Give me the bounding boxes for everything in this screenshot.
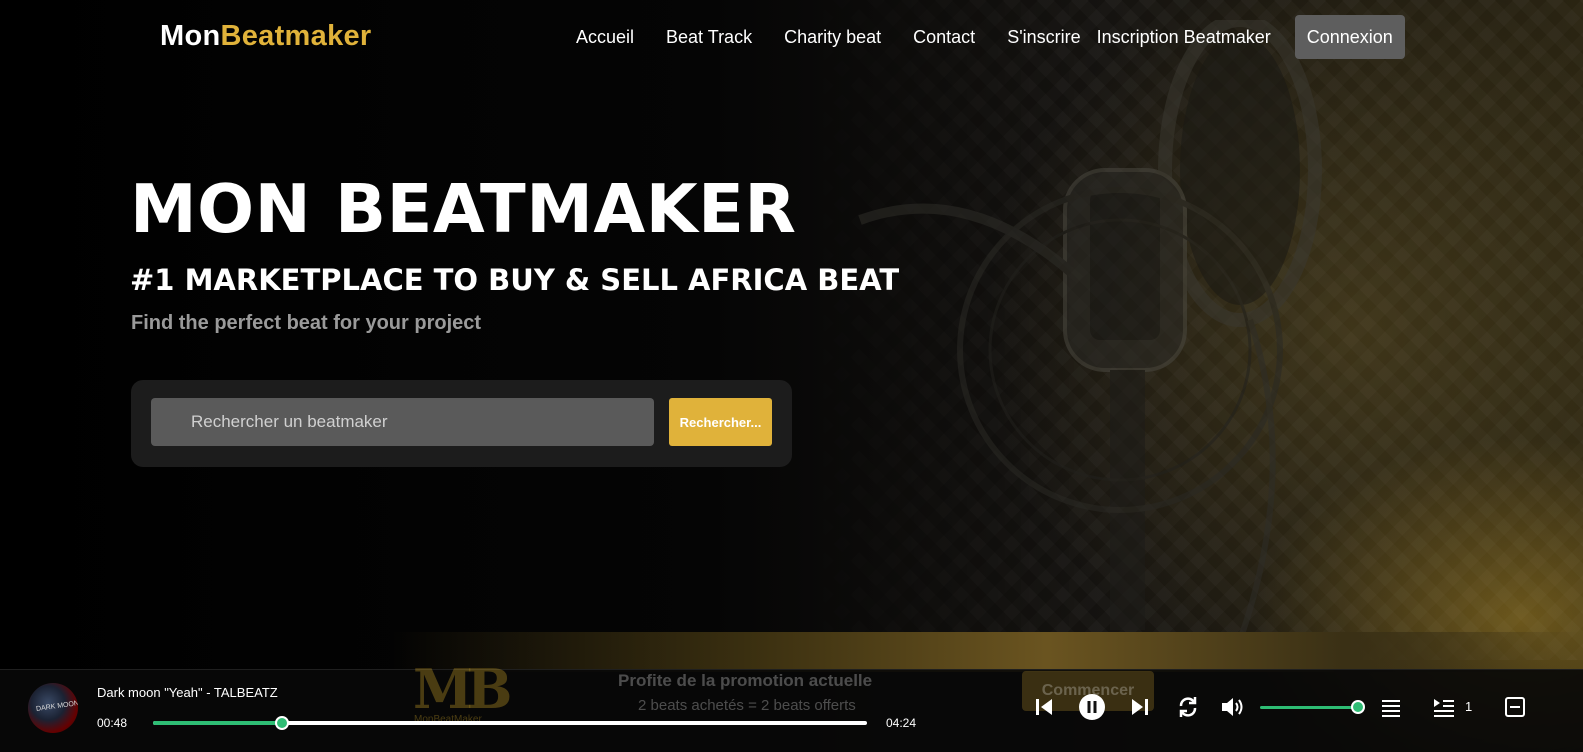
playlist-icon: [1382, 700, 1400, 717]
promo-logo: MB: [413, 657, 512, 721]
hero-title: MON BEATMAKER: [130, 170, 797, 248]
volume-button[interactable]: [1218, 692, 1248, 722]
login-button[interactable]: Connexion: [1294, 15, 1405, 59]
nav-sinscrire[interactable]: S'inscrire: [991, 15, 1088, 59]
repeat-icon: [1179, 697, 1197, 717]
minimize-player-button[interactable]: [1500, 692, 1530, 722]
repeat-button[interactable]: [1173, 692, 1203, 722]
brand-logo-part1: Mon: [160, 20, 221, 52]
progress-fill: [153, 721, 282, 725]
volume-slider[interactable]: [1260, 706, 1358, 709]
search-card: Rechercher...: [131, 380, 792, 467]
search-button[interactable]: Rechercher...: [669, 398, 772, 446]
nav-contact[interactable]: Contact: [897, 15, 991, 59]
nav-accueil[interactable]: Accueil: [560, 15, 650, 59]
progress-handle[interactable]: [274, 716, 289, 730]
current-time: 00:48: [97, 716, 128, 730]
pause-icon: [1079, 694, 1105, 720]
play-pause-button[interactable]: [1077, 692, 1107, 722]
queue-button[interactable]: [1429, 692, 1459, 722]
promo-title: Profite de la promotion actuelle: [618, 671, 873, 690]
progress-bar[interactable]: [153, 716, 867, 730]
volume-handle[interactable]: [1351, 700, 1365, 714]
main-nav: Accueil Beat Track Charity beat Contact …: [560, 15, 1405, 59]
volume-icon: [1222, 698, 1243, 716]
cover-label: DARK MOON: [35, 700, 78, 713]
total-time: 04:24: [886, 716, 917, 730]
hero-subtitle: #1 MARKETPLACE TO BUY & SELL AFRICA BEAT: [130, 263, 900, 297]
skip-forward-button[interactable]: [1125, 692, 1155, 722]
brand-logo[interactable]: MonBeatmaker: [160, 20, 372, 53]
microphone-illustration: [858, 20, 1322, 641]
queue-count: 1: [1465, 699, 1473, 714]
skip-back-button[interactable]: [1029, 692, 1059, 722]
queue-icon: [1434, 699, 1454, 717]
promo-subtitle: 2 beats achetés = 2 beats offerts: [638, 697, 856, 714]
skip-back-icon: [1036, 699, 1052, 715]
nav-inscription-beatmaker[interactable]: Inscription Beatmaker: [1089, 15, 1279, 59]
track-title: Dark moon "Yeah" - TALBEATZ: [97, 685, 278, 700]
hero-tagline: Find the perfect beat for your project: [131, 312, 482, 334]
track-cover-art[interactable]: DARK MOON: [28, 683, 78, 733]
nav-beat-track[interactable]: Beat Track: [650, 15, 768, 59]
playlist-button[interactable]: [1376, 692, 1406, 722]
nav-charity-beat[interactable]: Charity beat: [768, 15, 897, 59]
skip-forward-icon: [1132, 699, 1148, 715]
minimize-icon: [1505, 697, 1525, 717]
brand-logo-part2: Beatmaker: [220, 20, 372, 52]
search-input[interactable]: [151, 398, 654, 446]
promo-band: [390, 632, 1583, 672]
